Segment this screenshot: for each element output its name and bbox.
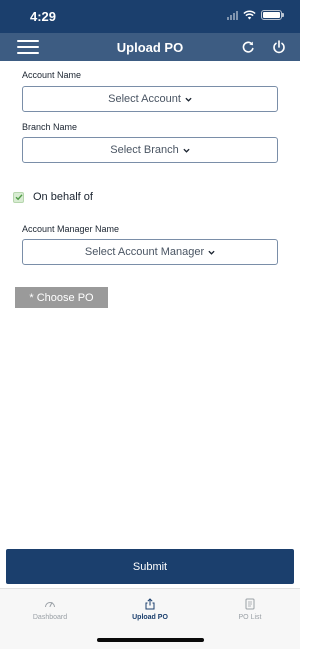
cellular-signal-icon: [227, 10, 238, 20]
account-select-value: Select Account: [108, 93, 181, 105]
submit-button[interactable]: Submit: [6, 549, 294, 584]
account-manager-select[interactable]: Select Account Manager: [22, 239, 278, 265]
power-icon[interactable]: [271, 39, 287, 55]
tab-dashboard[interactable]: Dashboard: [0, 598, 100, 621]
choose-po-button[interactable]: * Choose PO: [15, 287, 108, 308]
on-behalf-row: On behalf of: [13, 191, 93, 203]
status-time: 4:29: [30, 9, 57, 24]
tab-po-list[interactable]: PO List: [200, 598, 300, 621]
home-indicator: [97, 638, 204, 642]
tab-po-list-label: PO List: [238, 614, 262, 621]
tab-upload-po[interactable]: Upload PO: [100, 598, 200, 621]
refresh-icon[interactable]: [240, 39, 256, 55]
chevron-down-icon: [208, 250, 215, 255]
status-bar: 4:29: [0, 0, 300, 33]
upload-icon: [145, 598, 155, 610]
chevron-down-icon: [185, 97, 192, 102]
account-manager-label: Account Manager Name: [22, 224, 120, 234]
wifi-icon: [243, 10, 256, 20]
status-icons: [227, 10, 284, 20]
on-behalf-checkbox[interactable]: [13, 191, 24, 203]
account-manager-select-value: Select Account Manager: [84, 246, 205, 258]
branch-select[interactable]: Select Branch: [22, 137, 278, 163]
branch-name-label: Branch Name: [22, 122, 78, 132]
chevron-down-icon: [183, 148, 190, 153]
checkmark-icon: [15, 194, 23, 201]
navigation-bar: Upload PO: [0, 33, 300, 61]
branch-select-value: Select Branch: [110, 144, 179, 156]
tab-upload-po-label: Upload PO: [132, 614, 168, 621]
battery-icon: [261, 10, 284, 20]
speedometer-icon: [45, 602, 55, 608]
account-name-label: Account Name: [22, 70, 82, 80]
on-behalf-label: On behalf of: [33, 191, 93, 203]
account-select[interactable]: Select Account: [22, 86, 278, 112]
document-list-icon: [245, 598, 255, 610]
tab-dashboard-label: Dashboard: [32, 614, 68, 621]
